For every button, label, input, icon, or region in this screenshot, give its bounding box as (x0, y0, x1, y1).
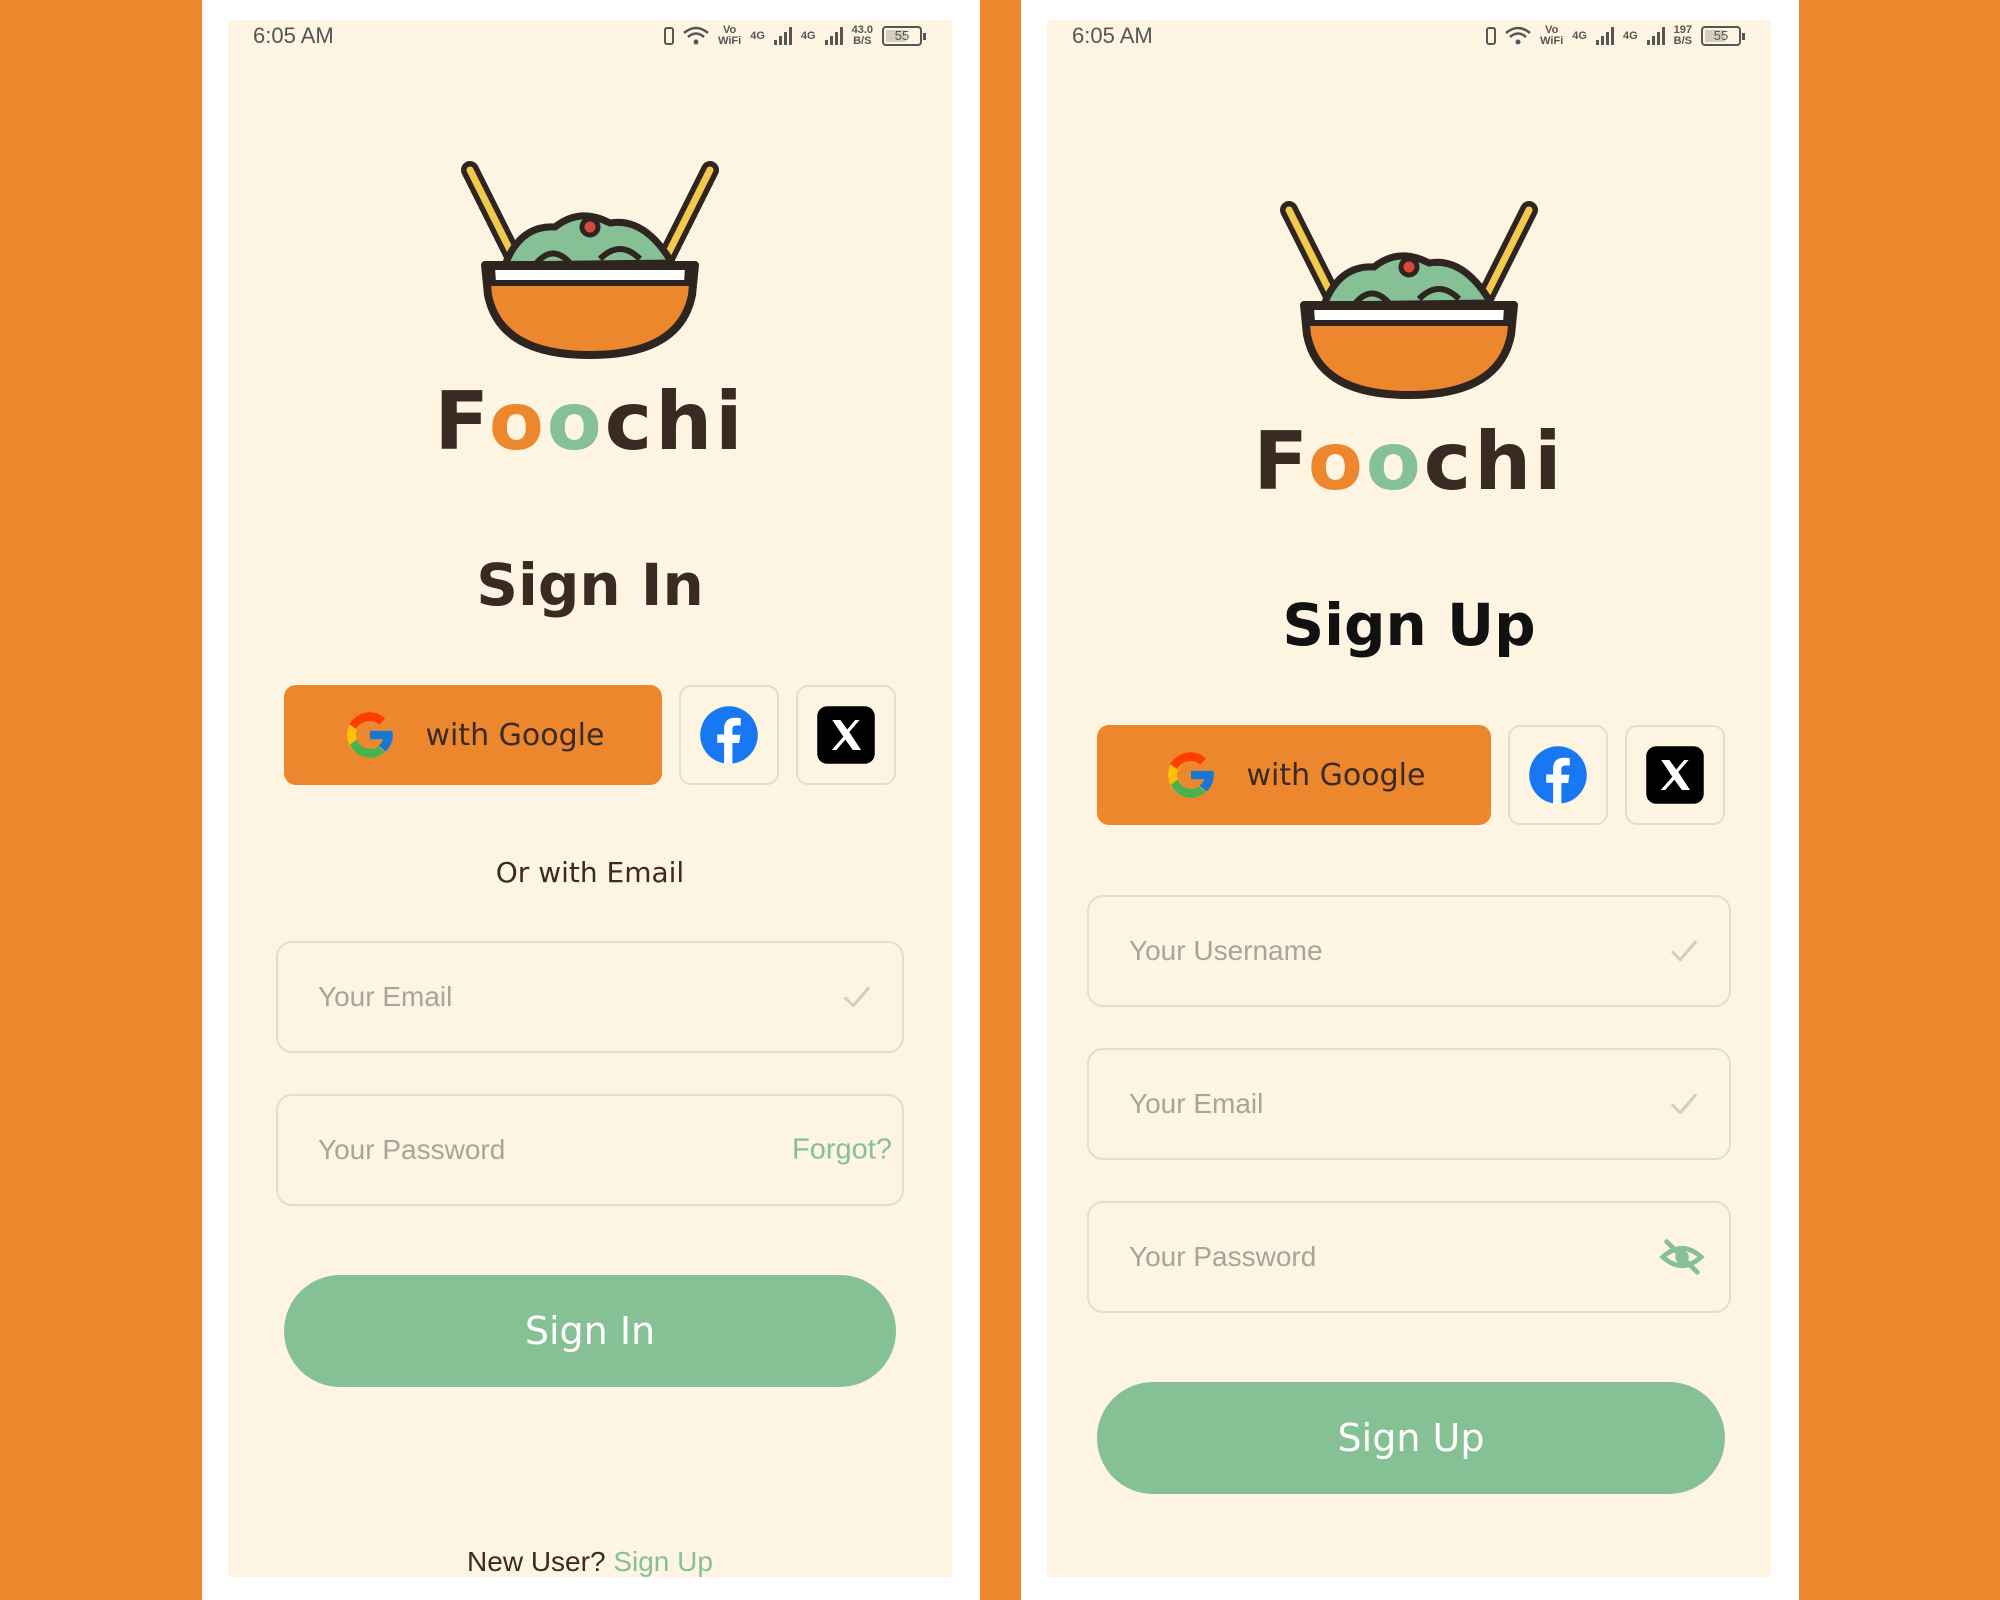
status-icons: Vo WiFi 4G 4G 43.0 B/S 55 (664, 23, 926, 49)
brand-name: Foochi (1253, 415, 1565, 508)
username-input[interactable] (1127, 897, 1579, 1005)
x-icon (816, 705, 876, 765)
or-with-email-label: Or with Email (495, 856, 685, 889)
facebook-icon (699, 705, 759, 765)
google-signup-button[interactable]: with Google (1097, 725, 1491, 825)
email-field (276, 941, 904, 1053)
email-input[interactable] (316, 943, 757, 1051)
signin-screen: 6:05 AM Vo WiFi 4G 4G 43.0 B/S 55 Foochi S… (228, 20, 952, 1577)
vowifi-label: Vo WiFi (718, 24, 742, 47)
google-button-label: with Google (1246, 757, 1426, 793)
signup-prompt: New User? Sign Up (228, 1546, 952, 1577)
status-time: 6:05 AM (253, 23, 334, 48)
vibrate-icon (664, 27, 675, 45)
check-icon (1669, 936, 1699, 966)
signup-phone-frame: 6:05 AM Vo WiFi 4G 4G 197 B/S 55 Foochi Si… (1021, 0, 1799, 1600)
password-field: Forgot? (276, 1094, 904, 1206)
google-signin-button[interactable]: with Google (284, 685, 662, 785)
signup-link[interactable]: Sign Up (613, 1546, 713, 1577)
signin-phone-frame: 6:05 AM Vo WiFi 4G 4G 43.0 B/S 55 Foochi S… (202, 0, 980, 1600)
facebook-icon (1528, 745, 1588, 805)
signal-icon-2 (824, 27, 843, 45)
brand-name: Foochi (434, 375, 746, 468)
signal-icon-1 (773, 27, 792, 45)
x-button[interactable] (1625, 725, 1725, 825)
google-icon (342, 707, 398, 763)
email-input[interactable] (1127, 1050, 1579, 1158)
password-field (1087, 1201, 1731, 1313)
password-input[interactable] (316, 1096, 757, 1204)
password-input[interactable] (1127, 1203, 1579, 1311)
data-speed: 197 B/S (1673, 24, 1692, 47)
username-field (1087, 895, 1731, 1007)
battery-icon: 55 (1701, 26, 1745, 46)
check-icon (842, 982, 872, 1012)
bowl-logo-icon (440, 155, 740, 375)
facebook-button[interactable] (1508, 725, 1608, 825)
signin-button[interactable]: Sign In (284, 1275, 896, 1387)
google-icon (1163, 747, 1219, 803)
eye-off-icon[interactable] (1659, 1234, 1705, 1280)
x-icon (1645, 745, 1705, 805)
signup-button[interactable]: Sign Up (1097, 1382, 1725, 1494)
social-login-row: with Google (1097, 725, 1725, 825)
email-field (1087, 1048, 1731, 1160)
x-button[interactable] (796, 685, 896, 785)
new-user-text: New User? (467, 1546, 606, 1577)
social-login-row: with Google (284, 685, 896, 785)
google-button-label: with Google (425, 717, 605, 753)
wifi-icon (1505, 26, 1531, 45)
battery-icon: 55 (882, 26, 926, 46)
facebook-button[interactable] (679, 685, 779, 785)
bowl-logo-icon (1259, 195, 1559, 415)
signup-screen: 6:05 AM Vo WiFi 4G 4G 197 B/S 55 Foochi Si… (1047, 20, 1771, 1577)
network-label-2: 4G (800, 29, 816, 42)
network-label-2: 4G (1622, 29, 1638, 42)
wifi-icon (683, 26, 709, 45)
forgot-password-link[interactable]: Forgot? (792, 1134, 892, 1167)
data-speed: 43.0 B/S (851, 24, 873, 47)
page-title: Sign In (476, 551, 704, 619)
page-title: Sign Up (1282, 591, 1536, 659)
signal-icon-1 (1595, 27, 1614, 45)
check-icon (1669, 1089, 1699, 1119)
status-icons: Vo WiFi 4G 4G 197 B/S 55 (1486, 23, 1745, 49)
network-label-1: 4G (750, 29, 765, 42)
status-time: 6:05 AM (1072, 23, 1153, 48)
signal-icon-2 (1646, 27, 1665, 45)
vowifi-label: Vo WiFi (1540, 24, 1564, 47)
network-label-1: 4G (1572, 29, 1587, 42)
vibrate-icon (1486, 27, 1497, 45)
